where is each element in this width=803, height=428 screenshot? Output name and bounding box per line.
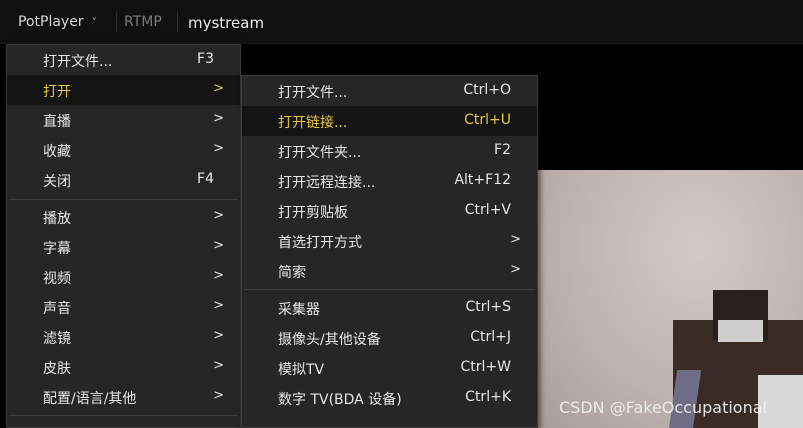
menu-item-label: 直播	[43, 114, 71, 130]
menu-separator	[244, 289, 535, 290]
submenu-arrow-icon: >	[213, 208, 224, 223]
menu-item-shortcut: Ctrl+V	[464, 202, 511, 218]
menu-separator	[9, 199, 238, 200]
menu-item-label: 采集器	[278, 302, 320, 318]
menu-item-shortcut: F2	[494, 142, 511, 158]
title-bar: PotPlayer ˅ RTMP mystream	[0, 0, 803, 44]
menu-item-shortcut: F3	[197, 51, 214, 67]
submenu-arrow-icon: >	[213, 358, 224, 373]
menu-item-playback[interactable]: 播放 >	[7, 202, 240, 232]
menu-item-label: 滤镜	[43, 331, 71, 347]
submenu-arrow-icon: >	[213, 388, 224, 403]
menu-item-label: 打开	[43, 84, 71, 100]
menu-item-filters[interactable]: 滤镜 >	[7, 322, 240, 352]
menu-item-label: 收藏	[43, 144, 71, 160]
menu-item-live[interactable]: 直播 >	[7, 105, 240, 135]
submenu-item-digital-tv[interactable]: 数字 TV(BDA 设备) Ctrl+K	[242, 383, 537, 413]
main-context-menu: 打开文件... F3 打开 > 直播 > 收藏 > 关闭 F4 播放 > 字幕 …	[6, 44, 241, 428]
stream-title: mystream	[188, 14, 265, 32]
menu-item-label: 配置/语言/其他	[43, 391, 137, 407]
submenu-item-open-folder[interactable]: 打开文件夹... F2	[242, 136, 537, 166]
watermark: CSDN @FakeOccupational	[559, 398, 767, 417]
submenu-item-index[interactable]: 简索 >	[242, 256, 537, 286]
submenu-item-preferred-open[interactable]: 首选打开方式 >	[242, 226, 537, 256]
menu-item-config[interactable]: 配置/语言/其他 >	[7, 382, 240, 412]
menu-item-shortcut: Ctrl+S	[465, 299, 511, 315]
submenu-arrow-icon: >	[213, 141, 224, 156]
menu-item-label: 皮肤	[43, 361, 71, 377]
menu-item-label: 首选打开方式	[278, 235, 362, 251]
menu-separator	[9, 415, 238, 416]
menu-item-label: 声音	[43, 301, 71, 317]
video-frame[interactable]	[538, 170, 803, 428]
menu-item-label: 字幕	[43, 241, 71, 257]
submenu-arrow-icon: >	[213, 238, 224, 253]
menu-item-label: 打开文件夹...	[278, 145, 362, 161]
submenu-item-open-clipboard[interactable]: 打开剪贴板 Ctrl+V	[242, 196, 537, 226]
menu-item-shortcut: Ctrl+O	[463, 82, 511, 98]
submenu-arrow-icon: >	[213, 111, 224, 126]
menu-item-shortcut: Ctrl+J	[470, 329, 511, 345]
menu-item-open[interactable]: 打开 >	[7, 75, 240, 105]
submenu-item-camera[interactable]: 摄像头/其他设备 Ctrl+J	[242, 323, 537, 353]
submenu-item-analog-tv[interactable]: 模拟TV Ctrl+W	[242, 353, 537, 383]
menu-item-label: 数字 TV(BDA 设备)	[278, 392, 402, 408]
menu-item-close[interactable]: 关闭 F4	[7, 165, 240, 195]
submenu-arrow-icon: >	[213, 298, 224, 313]
submenu-arrow-icon: >	[213, 81, 224, 96]
menu-item-label: 模拟TV	[278, 362, 325, 378]
menu-item-favorites[interactable]: 收藏 >	[7, 135, 240, 165]
menu-item-audio[interactable]: 声音 >	[7, 292, 240, 322]
menu-item-label: 播放	[43, 211, 71, 227]
title-separator	[177, 12, 178, 32]
menu-item-shortcut: Ctrl+U	[464, 112, 511, 128]
menu-item-shortcut: Alt+F12	[454, 172, 511, 188]
submenu-arrow-icon: >	[213, 268, 224, 283]
title-separator	[116, 12, 117, 32]
menu-item-label: 打开链接...	[278, 115, 348, 131]
submenu-arrow-icon: >	[510, 232, 521, 247]
menu-item-skin[interactable]: 皮肤 >	[7, 352, 240, 382]
submenu-item-open-file[interactable]: 打开文件... Ctrl+O	[242, 76, 537, 106]
menu-item-label: 打开远程连接...	[278, 175, 376, 191]
chevron-down-icon: ˅	[91, 15, 98, 29]
menu-item-subtitles[interactable]: 字幕 >	[7, 232, 240, 262]
open-submenu: 打开文件... Ctrl+O 打开链接... Ctrl+U 打开文件夹... F…	[241, 75, 538, 428]
menu-item-shortcut: F4	[197, 171, 214, 187]
menu-item-open-file[interactable]: 打开文件... F3	[7, 45, 240, 75]
menu-item-label: 关闭	[43, 174, 71, 190]
protocol-label: RTMP	[124, 14, 162, 30]
submenu-item-open-remote[interactable]: 打开远程连接... Alt+F12	[242, 166, 537, 196]
submenu-item-open-link[interactable]: 打开链接... Ctrl+U	[242, 106, 537, 136]
submenu-arrow-icon: >	[510, 262, 521, 277]
menu-item-shortcut: Ctrl+K	[465, 389, 511, 405]
menu-item-label: 打开文件...	[278, 85, 348, 101]
menu-item-video[interactable]: 视频 >	[7, 262, 240, 292]
video-object	[718, 320, 763, 342]
app-name: PotPlayer	[18, 14, 84, 30]
menu-item-shortcut: Ctrl+W	[460, 359, 511, 375]
potplayer-menu-button[interactable]: PotPlayer ˅	[6, 7, 114, 37]
submenu-arrow-icon: >	[213, 328, 224, 343]
menu-item-label: 摄像头/其他设备	[278, 332, 381, 348]
menu-item-label: 打开文件...	[43, 54, 113, 70]
menu-item-label: 打开剪贴板	[278, 205, 348, 221]
submenu-item-capture[interactable]: 采集器 Ctrl+S	[242, 293, 537, 323]
menu-item-label: 视频	[43, 271, 71, 287]
menu-item-label: 简索	[278, 265, 306, 281]
